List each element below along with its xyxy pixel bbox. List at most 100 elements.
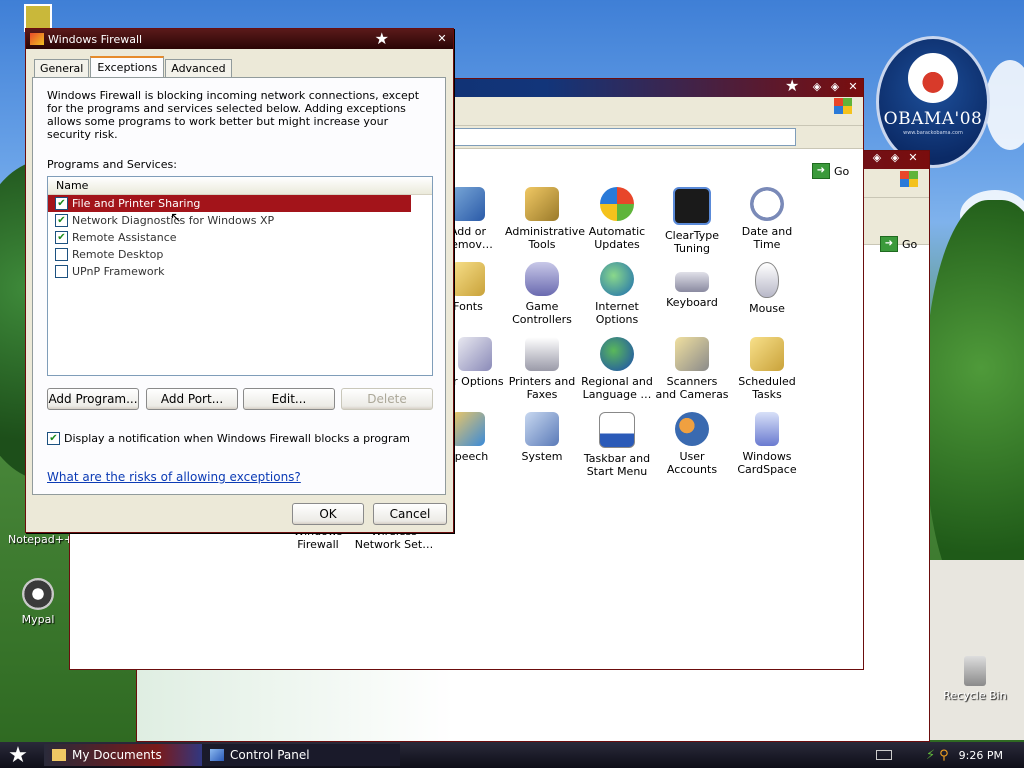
tab-advanced[interactable]: Advanced	[165, 59, 232, 77]
go-label: Go	[834, 164, 850, 178]
taskbar-item-control-panel[interactable]: Control Panel	[202, 744, 400, 766]
go-button[interactable]: ➜ Go	[808, 163, 853, 179]
cp-icon-system[interactable]: System	[505, 412, 579, 463]
keyboard-tray-icon[interactable]	[876, 750, 892, 760]
cp-label: Taskbar and Start Menu	[583, 452, 651, 478]
list-item[interactable]: Remote Desktop	[48, 246, 432, 263]
dialog-titlebar[interactable]: Windows Firewall ★ ✕	[26, 29, 453, 49]
cp-icon-date-time[interactable]: Date and Time	[730, 187, 804, 251]
windows-logo-icon	[834, 98, 852, 114]
add-port-button[interactable]: Add Port...	[146, 388, 238, 410]
globe-stand-icon	[600, 337, 634, 371]
cleartype-icon	[673, 187, 711, 225]
list-label: Programs and Services:	[47, 158, 177, 171]
cp-icon-scheduled-tasks[interactable]: Scheduled Tasks	[730, 337, 804, 401]
checkbox[interactable]: ✔	[55, 214, 68, 227]
windows-update-icon	[600, 187, 634, 221]
network-tray-icon[interactable]: ⚡	[926, 748, 935, 763]
scanner-icon	[675, 337, 709, 371]
tree	[925, 200, 1024, 620]
go-arrow-icon: ➜	[880, 236, 898, 252]
recycle-bin-icon	[964, 656, 986, 686]
raccoon-icon	[22, 578, 54, 610]
system-tray: ⚡ ⚲ 9:26 PM	[876, 742, 1003, 768]
dialog-title: Windows Firewall	[48, 32, 143, 46]
add-program-button[interactable]: Add Program...	[47, 388, 139, 410]
desktop-icon-mypal[interactable]: Mypal	[8, 578, 68, 626]
risks-link[interactable]: What are the risks of allowing exception…	[47, 470, 301, 484]
pin-icon[interactable]: ◈	[810, 80, 824, 94]
building	[930, 560, 1024, 740]
close-icon[interactable]: ✕	[906, 151, 920, 165]
cp-icon-taskbar-start-menu[interactable]: Taskbar and Start Menu	[580, 412, 654, 478]
list-item[interactable]: ✔ Remote Assistance	[48, 229, 432, 246]
close-icon[interactable]: ✕	[846, 80, 860, 94]
cp-icon-cleartype-tuning[interactable]: ClearType Tuning	[655, 187, 729, 255]
notify-option[interactable]: ✔ Display a notification when Windows Fi…	[47, 432, 410, 445]
column-header-name[interactable]: Name	[48, 177, 432, 195]
edit-button[interactable]: Edit...	[243, 388, 335, 410]
checkbox[interactable]: ✔	[55, 231, 68, 244]
cp-icon-printers-faxes[interactable]: Printers and Faxes	[505, 337, 579, 401]
notify-checkbox[interactable]: ✔	[47, 432, 60, 445]
tab-general[interactable]: General	[34, 59, 90, 77]
cp-icon-scanners-cameras[interactable]: Scanners and Cameras	[655, 337, 729, 401]
search-tray-icon[interactable]: ⚲	[939, 748, 949, 763]
window-controls: ◈ ◈ ✕	[866, 151, 920, 165]
firewall-dialog[interactable]: Windows Firewall ★ ✕ General Exceptions …	[25, 28, 454, 533]
cp-label: Keyboard	[666, 296, 718, 309]
cp-icon-user-accounts[interactable]: User Accounts	[655, 412, 729, 476]
desktop-icon-label: Recycle Bin	[943, 689, 1007, 702]
desktop-icon-recycle-bin[interactable]: Recycle Bin	[940, 656, 1010, 702]
cp-icon-automatic-updates[interactable]: Automatic Updates	[580, 187, 654, 251]
taskbar-icon	[599, 412, 635, 448]
control-panel-icon	[210, 749, 224, 761]
item-label: Remote Assistance	[72, 231, 177, 244]
cp-icon-internet-options[interactable]: Internet Options	[580, 262, 654, 326]
cancel-button[interactable]: Cancel	[373, 503, 447, 525]
cp-icon-game-controllers[interactable]: Game Controllers	[505, 262, 579, 326]
globe-icon	[600, 262, 634, 296]
delete-button[interactable]: Delete	[341, 388, 433, 410]
cp-icon-mouse[interactable]: Mouse	[730, 262, 804, 315]
programs-list[interactable]: Name ✔ File and Printer Sharing ✔ Networ…	[47, 176, 433, 376]
cp-icon-administrative-tools[interactable]: Administrative Tools	[505, 187, 585, 251]
ok-button[interactable]: OK	[292, 503, 364, 525]
minimize-icon[interactable]: ◈	[888, 151, 902, 165]
minimize-icon[interactable]: ◈	[828, 80, 842, 94]
cp-icon-keyboard[interactable]: Keyboard	[655, 262, 729, 309]
windows-logo-icon	[900, 171, 918, 187]
go-arrow-icon: ➜	[812, 163, 830, 179]
keyboard-icon	[675, 272, 709, 292]
checkbox[interactable]	[55, 265, 68, 278]
item-label: File and Printer Sharing	[72, 197, 201, 210]
add-remove-icon	[451, 187, 485, 221]
close-icon[interactable]: ✕	[435, 32, 449, 46]
taskbar-item-label: Control Panel	[230, 748, 310, 762]
mouse-cursor-icon: ↖	[170, 210, 182, 226]
mouse-icon	[755, 262, 779, 298]
cp-label: Administrative Tools	[505, 225, 586, 251]
list-item[interactable]: ✔ Network Diagnostics for Windows XP	[48, 212, 432, 229]
cp-label: Fonts	[453, 300, 483, 313]
tab-exceptions[interactable]: Exceptions	[90, 56, 165, 78]
start-button[interactable]: ★	[0, 742, 36, 768]
desktop-icon-label: Mypal	[21, 613, 55, 626]
power-icon	[458, 337, 492, 371]
cp-icon-windows-cardspace[interactable]: Windows CardSpace	[730, 412, 804, 476]
cp-label: Automatic Updates	[588, 225, 646, 251]
desktop-icon-notepadpp[interactable]: Notepad++	[8, 533, 73, 546]
go-button-back[interactable]: ➜ Go	[876, 236, 921, 252]
list-item[interactable]: UPnP Framework	[48, 263, 432, 280]
checkbox[interactable]: ✔	[55, 197, 68, 210]
cp-label: Scheduled Tasks	[738, 375, 796, 401]
exceptions-panel: Windows Firewall is blocking incoming ne…	[32, 77, 446, 495]
cp-icon-regional-language[interactable]: Regional and Language …	[580, 337, 654, 401]
pin-icon[interactable]: ◈	[870, 151, 884, 165]
taskbar-item-my-documents[interactable]: My Documents	[44, 744, 206, 766]
list-item[interactable]: ✔ File and Printer Sharing	[48, 195, 411, 212]
window-controls: ◈ ◈ ✕	[806, 80, 860, 94]
cp-label: System	[521, 450, 563, 463]
clock[interactable]: 9:26 PM	[959, 749, 1003, 762]
checkbox[interactable]	[55, 248, 68, 261]
